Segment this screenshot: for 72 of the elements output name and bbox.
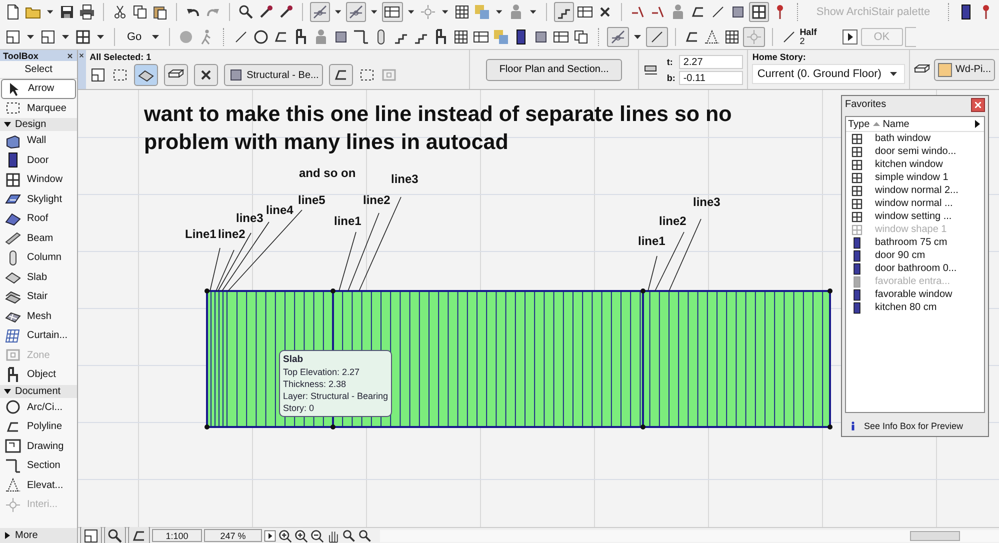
annotation-label: line2 bbox=[363, 193, 390, 207]
tool-item[interactable]: Marquee bbox=[0, 98, 77, 118]
tool-item[interactable]: Slab bbox=[0, 268, 77, 287]
zoom-field[interactable]: 247 % bbox=[204, 529, 262, 542]
favorite-item[interactable]: bathroom 75 cm bbox=[846, 236, 984, 249]
half-value: 2 bbox=[800, 36, 806, 46]
tool-item[interactable]: Arrow bbox=[1, 79, 76, 98]
tooltip-line: Layer: Structural - Bearing bbox=[283, 390, 388, 402]
tool-item[interactable]: Beam bbox=[0, 228, 77, 248]
tool-item[interactable]: Object bbox=[0, 365, 77, 384]
toolbox-section-header[interactable]: Document bbox=[0, 384, 77, 398]
tool-item[interactable]: Roof bbox=[0, 209, 77, 228]
favorite-item[interactable]: door semi windo... bbox=[846, 145, 984, 158]
annotation-label: line3 bbox=[693, 195, 720, 209]
tool-item[interactable]: Polyline bbox=[0, 417, 77, 436]
tool-item[interactable]: Wall bbox=[0, 131, 77, 150]
tool-item[interactable]: Drawing bbox=[0, 436, 77, 456]
toolbox-section-header[interactable]: Design bbox=[0, 118, 77, 131]
favorite-item[interactable]: window setting ... bbox=[846, 210, 984, 223]
tooltip-title: Slab bbox=[283, 354, 304, 365]
favorite-item[interactable]: door bathroom 0... bbox=[846, 262, 984, 275]
annotation-label: line1 bbox=[334, 214, 362, 228]
preview-hint: See Info Box for Preview bbox=[864, 421, 964, 431]
tooltip-line: Story: 0 bbox=[283, 402, 316, 414]
top-field[interactable]: 2.27 bbox=[679, 54, 744, 68]
annotation-heading: want to make this one line instead of separate lines so no problem with many lines in autocad bbox=[144, 101, 733, 156]
column-header[interactable]: Type bbox=[848, 118, 870, 130]
annotation-label: line2 bbox=[218, 227, 246, 241]
top-label: t: bbox=[666, 56, 674, 66]
floor-plan-button[interactable]: Floor Plan and Section... bbox=[486, 58, 622, 80]
tool-item[interactable]: Elevat... bbox=[0, 476, 77, 495]
toolbox-section-header[interactable]: More bbox=[0, 528, 77, 543]
home-story-dropdown[interactable]: Current (0. Ground Floor) bbox=[752, 64, 906, 84]
go-button[interactable]: Go bbox=[122, 26, 147, 47]
bottom-label: b: bbox=[666, 72, 676, 82]
annotation-label: line4 bbox=[266, 203, 294, 217]
tooltip-line: Top Elevation: 2.27 bbox=[283, 366, 361, 378]
annotation-label: line1 bbox=[638, 234, 666, 248]
home-story-label: Home Story: bbox=[752, 52, 807, 62]
tool-item[interactable]: Mesh bbox=[0, 306, 77, 326]
favorite-item[interactable]: favorable window bbox=[846, 288, 984, 301]
favorite-item[interactable]: kitchen 80 cm bbox=[846, 301, 984, 314]
favorite-item[interactable]: simple window 1 bbox=[846, 171, 984, 184]
panel-title: Favorites bbox=[845, 99, 886, 110]
selection-count: All Selected: 1 bbox=[90, 52, 152, 62]
annotation-label: line5 bbox=[298, 193, 326, 207]
tool-item[interactable]: Curtain... bbox=[0, 326, 77, 346]
tool-item[interactable]: Skylight bbox=[0, 190, 77, 209]
annotation-label: line3 bbox=[236, 211, 264, 225]
tool-item[interactable]: Door bbox=[0, 150, 77, 170]
tooltip-line: Thickness: 2.38 bbox=[283, 378, 348, 390]
favorite-item[interactable]: kitchen window bbox=[846, 158, 984, 171]
favorite-item[interactable]: window normal ... bbox=[846, 197, 984, 210]
favorite-item[interactable]: window normal 2... bbox=[846, 184, 984, 197]
favorite-item[interactable]: door 90 cm bbox=[846, 249, 984, 262]
annotation-label: and so on bbox=[299, 166, 356, 180]
tool-item[interactable]: Column bbox=[0, 248, 77, 268]
favorite-item[interactable]: bath window bbox=[846, 132, 984, 145]
half-label: Half bbox=[800, 28, 817, 37]
annotation-label: line3 bbox=[391, 172, 418, 186]
layer-button[interactable]: Structural - Be... bbox=[224, 64, 323, 86]
column-header[interactable]: Name bbox=[882, 118, 910, 130]
material-button[interactable]: Wd-Pi... bbox=[934, 58, 995, 80]
toolbox-title: ToolBox bbox=[3, 50, 38, 60]
tool-item[interactable]: Arc/Ci... bbox=[0, 398, 77, 417]
scale-field[interactable]: 1:100 bbox=[152, 529, 202, 542]
tool-item[interactable]: Window bbox=[0, 170, 77, 190]
tool-item[interactable]: Section bbox=[0, 456, 77, 476]
tool-item[interactable]: Stair bbox=[0, 287, 77, 306]
annotation-label: line2 bbox=[659, 214, 686, 228]
annotation-label: Line1 bbox=[185, 227, 216, 241]
bottom-field[interactable]: -0.11 bbox=[679, 70, 744, 84]
